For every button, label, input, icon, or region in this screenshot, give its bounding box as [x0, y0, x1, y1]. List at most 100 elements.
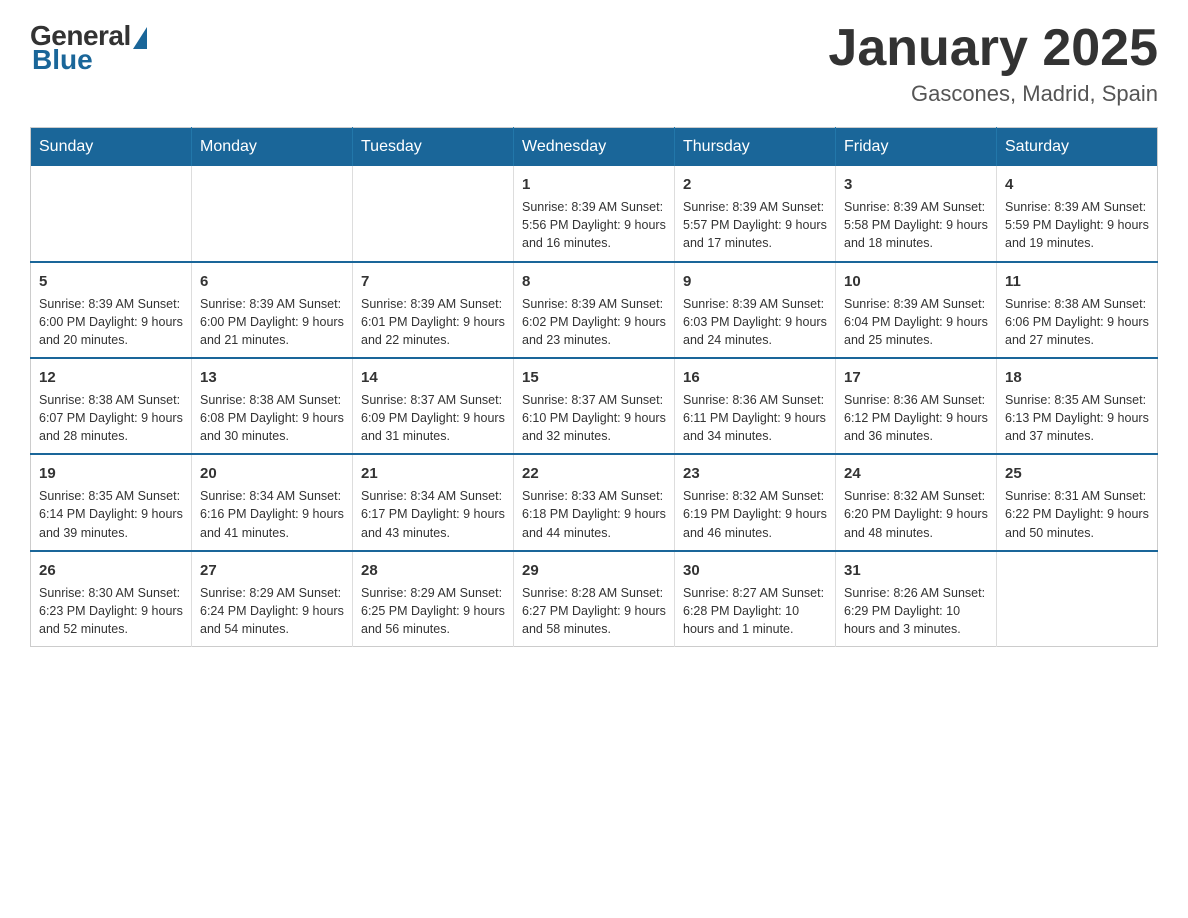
day-number: 31 [844, 560, 988, 581]
calendar-week-row: 1Sunrise: 8:39 AM Sunset: 5:56 PM Daylig… [31, 166, 1158, 261]
col-friday: Friday [836, 128, 997, 167]
col-monday: Monday [192, 128, 353, 167]
logo-triangle-icon [133, 27, 147, 49]
calendar-week-row: 12Sunrise: 8:38 AM Sunset: 6:07 PM Dayli… [31, 358, 1158, 454]
day-number: 26 [39, 560, 183, 581]
calendar-cell: 8 Sunrise: 8:39 AM Sunset: 6:02 PM Daylig… [514, 262, 675, 358]
day-number: 15 [522, 367, 666, 388]
day-info: Sunrise: 8:32 AM Sunset: 6:20 PM Dayligh… [844, 487, 988, 541]
calendar-cell: 17 Sunrise: 8:36 AM Sunset: 6:12 PM Dayli… [836, 358, 997, 454]
calendar-cell: 7 Sunrise: 8:39 AM Sunset: 6:01 PM Daylig… [353, 262, 514, 358]
day-info: Sunrise: 8:37 AM Sunset: 6:10 PM Dayligh… [522, 391, 666, 445]
day-number: 13 [200, 367, 344, 388]
day-info: Sunrise: 8:29 AM Sunset: 6:25 PM Dayligh… [361, 584, 505, 638]
day-info: Sunrise: 8:38 AM Sunset: 6:06 PM Dayligh… [1005, 295, 1149, 349]
title-area: January 2025 Gascones, Madrid, Spain [828, 20, 1158, 107]
calendar-cell: 1Sunrise: 8:39 AM Sunset: 5:56 PM Daylig… [514, 166, 675, 261]
day-number: 8 [522, 271, 666, 292]
day-number: 9 [683, 271, 827, 292]
day-info: Sunrise: 8:39 AM Sunset: 5:56 PM Dayligh… [522, 198, 666, 252]
day-info: Sunrise: 8:39 AM Sunset: 5:57 PM Dayligh… [683, 198, 827, 252]
calendar-cell: 13 Sunrise: 8:38 AM Sunset: 6:08 PM Dayli… [192, 358, 353, 454]
calendar-cell: 26 Sunrise: 8:30 AM Sunset: 6:23 PM Dayli… [31, 551, 192, 647]
calendar-cell: 29 Sunrise: 8:28 AM Sunset: 6:27 PM Dayli… [514, 551, 675, 647]
day-number: 23 [683, 463, 827, 484]
day-info: Sunrise: 8:39 AM Sunset: 6:03 PM Dayligh… [683, 295, 827, 349]
calendar-cell: 16Sunrise: 8:36 AM Sunset: 6:11 PM Dayli… [675, 358, 836, 454]
calendar-week-row: 5 Sunrise: 8:39 AM Sunset: 6:00 PM Daylig… [31, 262, 1158, 358]
page-header: General Blue January 2025 Gascones, Madr… [30, 20, 1158, 107]
day-info: Sunrise: 8:39 AM Sunset: 6:04 PM Dayligh… [844, 295, 988, 349]
calendar-cell: 6Sunrise: 8:39 AM Sunset: 6:00 PM Daylig… [192, 262, 353, 358]
day-info: Sunrise: 8:39 AM Sunset: 6:01 PM Dayligh… [361, 295, 505, 349]
calendar-cell: 31 Sunrise: 8:26 AM Sunset: 6:29 PM Dayli… [836, 551, 997, 647]
day-number: 27 [200, 560, 344, 581]
calendar-cell: 10 Sunrise: 8:39 AM Sunset: 6:04 PM Dayli… [836, 262, 997, 358]
calendar-cell: 9 Sunrise: 8:39 AM Sunset: 6:03 PM Daylig… [675, 262, 836, 358]
day-number: 6 [200, 271, 344, 292]
day-number: 7 [361, 271, 505, 292]
day-number: 22 [522, 463, 666, 484]
calendar-table: Sunday Monday Tuesday Wednesday Thursday… [30, 127, 1158, 647]
calendar-cell: 24Sunrise: 8:32 AM Sunset: 6:20 PM Dayli… [836, 454, 997, 550]
day-info: Sunrise: 8:30 AM Sunset: 6:23 PM Dayligh… [39, 584, 183, 638]
day-number: 28 [361, 560, 505, 581]
col-saturday: Saturday [997, 128, 1158, 167]
day-number: 29 [522, 560, 666, 581]
calendar-cell: 28 Sunrise: 8:29 AM Sunset: 6:25 PM Dayli… [353, 551, 514, 647]
calendar-cell: 27Sunrise: 8:29 AM Sunset: 6:24 PM Dayli… [192, 551, 353, 647]
col-thursday: Thursday [675, 128, 836, 167]
calendar-cell: 23 Sunrise: 8:32 AM Sunset: 6:19 PM Dayli… [675, 454, 836, 550]
calendar-cell: 4 Sunrise: 8:39 AM Sunset: 5:59 PM Daylig… [997, 166, 1158, 261]
day-info: Sunrise: 8:28 AM Sunset: 6:27 PM Dayligh… [522, 584, 666, 638]
calendar-cell [997, 551, 1158, 647]
col-wednesday: Wednesday [514, 128, 675, 167]
day-number: 17 [844, 367, 988, 388]
col-tuesday: Tuesday [353, 128, 514, 167]
day-number: 21 [361, 463, 505, 484]
day-info: Sunrise: 8:38 AM Sunset: 6:07 PM Dayligh… [39, 391, 183, 445]
day-info: Sunrise: 8:32 AM Sunset: 6:19 PM Dayligh… [683, 487, 827, 541]
calendar-cell: 2Sunrise: 8:39 AM Sunset: 5:57 PM Daylig… [675, 166, 836, 261]
day-info: Sunrise: 8:27 AM Sunset: 6:28 PM Dayligh… [683, 584, 827, 638]
day-info: Sunrise: 8:39 AM Sunset: 5:59 PM Dayligh… [1005, 198, 1149, 252]
day-number: 4 [1005, 174, 1149, 195]
calendar-cell: 21Sunrise: 8:34 AM Sunset: 6:17 PM Dayli… [353, 454, 514, 550]
day-info: Sunrise: 8:39 AM Sunset: 6:00 PM Dayligh… [39, 295, 183, 349]
day-info: Sunrise: 8:37 AM Sunset: 6:09 PM Dayligh… [361, 391, 505, 445]
day-info: Sunrise: 8:39 AM Sunset: 6:02 PM Dayligh… [522, 295, 666, 349]
day-number: 10 [844, 271, 988, 292]
day-info: Sunrise: 8:31 AM Sunset: 6:22 PM Dayligh… [1005, 487, 1149, 541]
calendar-cell: 19Sunrise: 8:35 AM Sunset: 6:14 PM Dayli… [31, 454, 192, 550]
day-info: Sunrise: 8:36 AM Sunset: 6:11 PM Dayligh… [683, 391, 827, 445]
calendar-week-row: 26 Sunrise: 8:30 AM Sunset: 6:23 PM Dayli… [31, 551, 1158, 647]
calendar-cell: 12Sunrise: 8:38 AM Sunset: 6:07 PM Dayli… [31, 358, 192, 454]
day-info: Sunrise: 8:36 AM Sunset: 6:12 PM Dayligh… [844, 391, 988, 445]
calendar-cell: 3Sunrise: 8:39 AM Sunset: 5:58 PM Daylig… [836, 166, 997, 261]
calendar-cell: 30 Sunrise: 8:27 AM Sunset: 6:28 PM Dayli… [675, 551, 836, 647]
calendar-cell: 18Sunrise: 8:35 AM Sunset: 6:13 PM Dayli… [997, 358, 1158, 454]
day-number: 11 [1005, 271, 1149, 292]
col-sunday: Sunday [31, 128, 192, 167]
calendar-cell [31, 166, 192, 261]
day-number: 18 [1005, 367, 1149, 388]
calendar-cell: 5 Sunrise: 8:39 AM Sunset: 6:00 PM Daylig… [31, 262, 192, 358]
calendar-cell: 22 Sunrise: 8:33 AM Sunset: 6:18 PM Dayli… [514, 454, 675, 550]
day-info: Sunrise: 8:33 AM Sunset: 6:18 PM Dayligh… [522, 487, 666, 541]
day-number: 5 [39, 271, 183, 292]
day-number: 14 [361, 367, 505, 388]
logo-blue-text: Blue [30, 44, 93, 76]
day-info: Sunrise: 8:35 AM Sunset: 6:14 PM Dayligh… [39, 487, 183, 541]
calendar-week-row: 19Sunrise: 8:35 AM Sunset: 6:14 PM Dayli… [31, 454, 1158, 550]
calendar-cell: 14 Sunrise: 8:37 AM Sunset: 6:09 PM Dayli… [353, 358, 514, 454]
day-info: Sunrise: 8:34 AM Sunset: 6:16 PM Dayligh… [200, 487, 344, 541]
day-number: 25 [1005, 463, 1149, 484]
day-info: Sunrise: 8:39 AM Sunset: 5:58 PM Dayligh… [844, 198, 988, 252]
day-number: 20 [200, 463, 344, 484]
calendar-header-row: Sunday Monday Tuesday Wednesday Thursday… [31, 128, 1158, 167]
day-info: Sunrise: 8:26 AM Sunset: 6:29 PM Dayligh… [844, 584, 988, 638]
day-number: 30 [683, 560, 827, 581]
calendar-subtitle: Gascones, Madrid, Spain [828, 81, 1158, 107]
calendar-cell: 15 Sunrise: 8:37 AM Sunset: 6:10 PM Dayli… [514, 358, 675, 454]
day-info: Sunrise: 8:38 AM Sunset: 6:08 PM Dayligh… [200, 391, 344, 445]
